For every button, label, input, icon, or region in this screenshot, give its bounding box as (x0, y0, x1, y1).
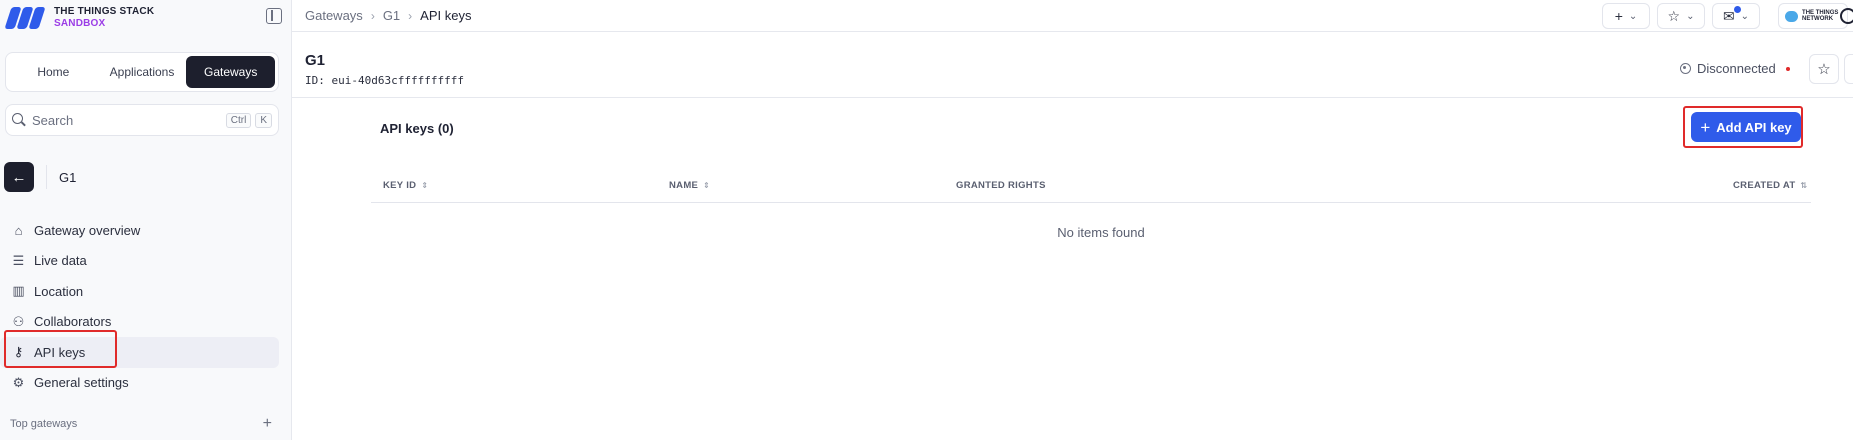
brand-line-1: THE THINGS STACK (54, 6, 155, 17)
tab-applications[interactable]: Applications (98, 56, 187, 88)
chevron-down-icon: ⌄ (1740, 10, 1750, 22)
column-label: NAME (669, 180, 699, 191)
status-dot (1785, 66, 1790, 71)
sort-desc-icon: ⇅ (1800, 181, 1808, 190)
top-gateways-label: Top gateways (10, 418, 78, 430)
column-created-at[interactable]: CREATED AT ⇅ (1733, 180, 1807, 191)
entity-name: G1 (59, 169, 77, 185)
bookmarks-menu-button[interactable]: ☆ ⌄ (1657, 3, 1705, 29)
entity-back-row: ← G1 (4, 162, 76, 192)
notification-dot (1734, 6, 1741, 13)
chevron-right-icon: › (370, 8, 375, 23)
add-api-key-button[interactable]: + Add API key (1691, 112, 1801, 142)
add-menu-button[interactable]: + ⌄ (1602, 3, 1650, 29)
chevron-down-icon: ⌄ (1628, 10, 1638, 22)
column-key-id[interactable]: KEY ID ⇕ (383, 180, 428, 191)
inbox-icon: ✉ (1722, 7, 1735, 24)
column-label: CREATED AT (1733, 180, 1796, 191)
brand-logo[interactable]: THE THINGS STACK SANDBOX (4, 6, 154, 30)
gateway-id-value: eui-40d63cffffffffff (331, 74, 464, 87)
signal-icon (1680, 63, 1691, 74)
brand-text: THE THINGS STACK SANDBOX (54, 6, 154, 30)
map-icon: ▥ (12, 283, 25, 299)
connection-status: Disconnected (1680, 61, 1790, 76)
empty-state: No items found (1057, 225, 1145, 240)
ttn-logo[interactable]: THE THINGS NETWORK (1778, 3, 1848, 29)
breadcrumb: Gateways › G1 › API keys (305, 8, 471, 23)
sidebar-nav: ⌂ Gateway overview ☰ Live data ▥ Locatio… (0, 215, 292, 398)
gateway-id-label: ID: (305, 74, 325, 87)
chevron-down-icon: ⌄ (1686, 10, 1695, 22)
page-title: G1 (305, 52, 326, 69)
column-granted-rights: GRANTED RIGHTS (956, 180, 1046, 191)
table-header: KEY ID ⇕ NAME ⇕ GRANTED RIGHTS CREATED AT ⇅ (371, 168, 1811, 203)
chevron-right-icon: › (408, 8, 413, 23)
sidebar-item-label: Live data (34, 253, 87, 269)
shortcut-ctrl: Ctrl (225, 112, 252, 128)
tab-gateways[interactable]: Gateways (186, 56, 276, 88)
shortcut-k: K (255, 112, 272, 128)
star-icon: ☆ (1817, 61, 1831, 78)
sidebar-item-label: API keys (34, 344, 86, 360)
sidebar-item-general-settings[interactable]: ⚙ General settings (0, 368, 292, 399)
user-avatar[interactable] (1840, 8, 1853, 24)
sidebar-item-gateway-overview[interactable]: ⌂ Gateway overview (0, 215, 292, 246)
sidebar-item-collaborators[interactable]: ⚇ Collaborators (0, 307, 292, 338)
add-api-key-label: Add API key (1716, 119, 1792, 135)
brand-line-2: SANDBOX (54, 18, 106, 29)
sidebar-item-api-keys[interactable]: ⚷ API keys (0, 337, 279, 368)
status-text: Disconnected (1697, 61, 1776, 76)
divider (46, 165, 47, 189)
add-icon[interactable]: + (263, 416, 272, 432)
router-icon: ⌂ (14, 222, 23, 238)
tab-home[interactable]: Home (9, 56, 98, 88)
list-icon: ☰ (12, 252, 25, 268)
sidebar-item-live-data[interactable]: ☰ Live data (0, 246, 292, 277)
sort-icon: ⇕ (703, 181, 711, 190)
breadcrumb-gateways[interactable]: Gateways (305, 8, 363, 23)
page-header: G1 ID: eui-40d63cffffffffff Disconnected… (292, 33, 1853, 98)
api-keys-heading: API keys (0) (380, 121, 454, 136)
search-input[interactable]: Search Ctrl K (5, 104, 279, 136)
breadcrumb-g1[interactable]: G1 (383, 8, 400, 23)
column-label: KEY ID (383, 180, 417, 191)
collapse-sidebar-icon[interactable] (266, 8, 282, 24)
gateway-id: ID: eui-40d63cffffffffff (305, 74, 464, 87)
key-icon: ⚷ (13, 344, 24, 360)
column-label: GRANTED RIGHTS (956, 180, 1046, 191)
logo-mark-icon (4, 6, 46, 30)
gear-icon: ⚙ (12, 374, 25, 390)
sidebar-item-label: Location (34, 283, 84, 299)
sidebar-item-label: Collaborators (34, 314, 112, 330)
back-arrow-button[interactable]: ← (4, 162, 34, 192)
sidebar-item-location[interactable]: ▥ Location (0, 276, 292, 307)
more-options-button[interactable] (1844, 54, 1853, 84)
context-switcher: Home Applications Gateways (5, 52, 279, 92)
sort-icon: ⇕ (421, 181, 429, 190)
star-icon: ☆ (1667, 7, 1681, 24)
column-name[interactable]: NAME ⇕ (669, 180, 710, 191)
sidebar-item-label: Gateway overview (34, 222, 141, 238)
sidebar: THE THINGS STACK SANDBOX Home Applicatio… (0, 0, 292, 440)
search-icon (12, 113, 26, 127)
sidebar-item-label: General settings (34, 375, 129, 391)
bookmark-star-button[interactable]: ☆ (1809, 54, 1839, 84)
plus-icon: + (1614, 8, 1623, 24)
breadcrumb-current: API keys (420, 8, 472, 23)
app-root: THE THINGS STACK SANDBOX Home Applicatio… (0, 0, 1853, 440)
api-keys-table: KEY ID ⇕ NAME ⇕ GRANTED RIGHTS CREATED AT ⇅… (371, 168, 1811, 240)
top-gateways-section: Top gateways + (10, 416, 272, 432)
users-icon: ⚇ (12, 313, 25, 329)
search-placeholder: Search (32, 112, 74, 128)
cloud-icon (1785, 10, 1799, 22)
plus-icon: + (1700, 117, 1711, 137)
arrow-left-icon: ← (11, 168, 27, 186)
